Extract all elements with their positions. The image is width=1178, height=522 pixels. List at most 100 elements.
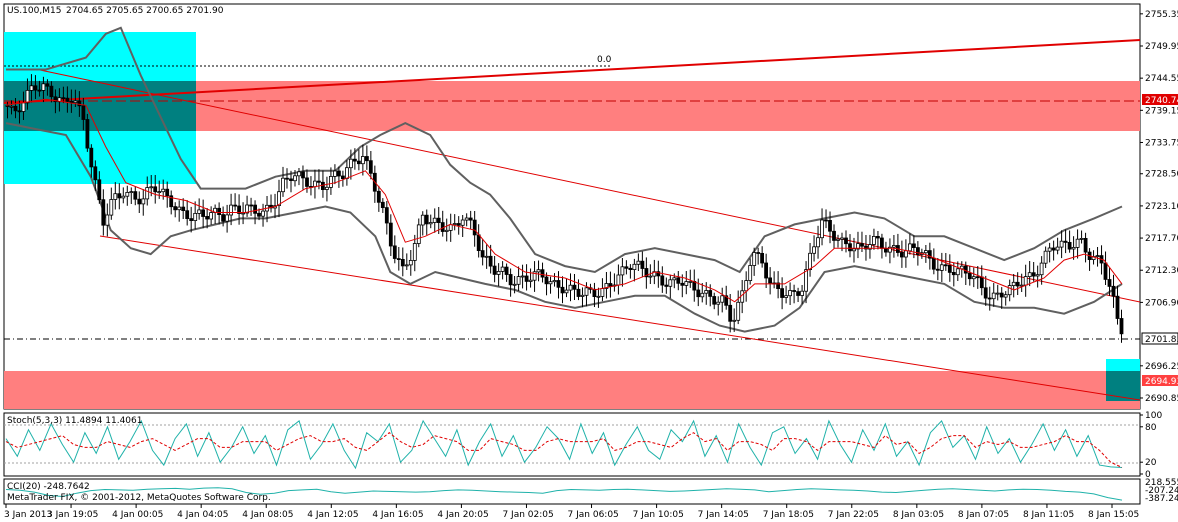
- trading-chart: 0.0 US.100,M15 2704.65 2705.65 2700.65 2…: [3, 3, 1178, 520]
- candle-body: [1019, 284, 1024, 287]
- time-tick-label: 4 Jan 16:05: [372, 510, 423, 520]
- price-tag-lower: 2694.93: [1142, 375, 1178, 387]
- candle-body: [820, 219, 824, 239]
- candle-body: [684, 281, 689, 286]
- time-tick-label: 7 Jan 10:05: [633, 510, 684, 520]
- candle-body: [1043, 250, 1048, 264]
- candle-body: [496, 270, 501, 275]
- candle-body: [872, 235, 876, 245]
- candle-body: [500, 266, 505, 272]
- candle-body: [672, 277, 677, 281]
- candle-body: [632, 263, 637, 270]
- candle-body: [975, 276, 980, 279]
- candle-body: [784, 295, 788, 298]
- candle-body: [261, 210, 265, 217]
- candle-body: [892, 245, 896, 248]
- fib-level-label-text: 0.0: [597, 55, 612, 65]
- candle-body: [844, 237, 848, 245]
- candle-body: [1107, 279, 1112, 287]
- time-tick-label: 3 Jan 2013: [4, 510, 52, 520]
- time-tick-label: 4 Jan 20:05: [437, 510, 488, 520]
- candle-body: [556, 280, 561, 288]
- price-tick-label: 2755.35: [1145, 10, 1178, 20]
- candle-body: [105, 214, 110, 226]
- candle-body: [528, 279, 533, 282]
- candle-body: [424, 214, 429, 225]
- candle-body: [808, 252, 812, 271]
- candle-body: [448, 224, 453, 231]
- candle-body: [125, 191, 130, 197]
- candle-body: [484, 255, 489, 258]
- candle-body: [121, 195, 126, 199]
- candle-body: [364, 156, 369, 162]
- candle-body: [1115, 295, 1120, 319]
- price-tick-label: 2696.25: [1145, 362, 1178, 372]
- candle-body: [21, 102, 26, 112]
- candle-body: [312, 180, 317, 188]
- candle-body: [935, 268, 940, 271]
- price-tag-upper: 2740.74: [1142, 94, 1178, 106]
- candle-body: [520, 275, 525, 278]
- candle-body: [344, 167, 349, 179]
- price-tick-label: 2739.15: [1145, 106, 1178, 116]
- candle-body: [931, 257, 936, 270]
- candle-body: [568, 284, 573, 291]
- candle-body: [456, 223, 461, 226]
- candle-body: [165, 188, 170, 197]
- candle-body: [700, 292, 705, 298]
- candle-body: [93, 166, 98, 181]
- candle-body: [157, 191, 162, 194]
- time-tick-label: 8 Jan 15:05: [1088, 510, 1139, 520]
- candle-body: [840, 237, 844, 240]
- candle-body: [908, 243, 912, 252]
- candle-body: [316, 180, 321, 183]
- svg-text:2694.93: 2694.93: [1145, 377, 1178, 387]
- candle-body: [324, 186, 329, 190]
- stoch-tick-label: 80: [1145, 423, 1157, 433]
- time-tick-label: 4 Jan 12:05: [307, 510, 358, 520]
- candle-body: [257, 212, 261, 217]
- price-tick-label: 2733.75: [1145, 138, 1178, 148]
- candle-body: [828, 219, 832, 232]
- stoch-title: Stoch(5,3,3) 11.4894 11.4061: [7, 416, 142, 426]
- candle-body: [1071, 246, 1076, 250]
- candle-body: [1063, 240, 1068, 243]
- candle-body: [209, 212, 214, 220]
- candle-body: [468, 217, 473, 221]
- candle-body: [384, 207, 389, 224]
- candle-body: [955, 268, 960, 276]
- price-tick-label: 2723.10: [1145, 202, 1178, 212]
- candle-body: [1047, 247, 1052, 252]
- candle-body: [812, 246, 816, 254]
- candle-body: [336, 170, 341, 177]
- candle-body: [37, 89, 42, 92]
- candle-body: [229, 204, 234, 216]
- stoch-tick-label: 100: [1145, 411, 1162, 421]
- candle-body: [185, 210, 190, 219]
- candle-body: [113, 193, 118, 200]
- candle-body: [472, 219, 477, 236]
- candle-body: [744, 280, 749, 292]
- candle-body: [540, 269, 545, 278]
- candle-body: [760, 252, 764, 264]
- candle-body: [764, 262, 768, 279]
- candle-body: [476, 234, 481, 251]
- candle-body: [736, 301, 741, 321]
- candle-body: [1003, 294, 1008, 298]
- candle-body: [81, 105, 86, 120]
- candle-body: [668, 279, 673, 287]
- candle-body: [880, 237, 884, 249]
- candle-body: [584, 287, 589, 296]
- candle-body: [536, 269, 541, 273]
- candle-body: [696, 289, 701, 298]
- candle-body: [756, 252, 761, 254]
- candle-body: [680, 282, 685, 286]
- candle-body: [141, 198, 146, 205]
- candle-body: [85, 119, 90, 149]
- time-tick-label: 7 Jan 22:05: [828, 510, 879, 520]
- candle-body: [1119, 318, 1124, 335]
- candle-body: [788, 290, 792, 297]
- candle-body: [17, 110, 22, 113]
- price-tick-label: 2690.85: [1145, 394, 1178, 404]
- candle-body: [664, 284, 669, 287]
